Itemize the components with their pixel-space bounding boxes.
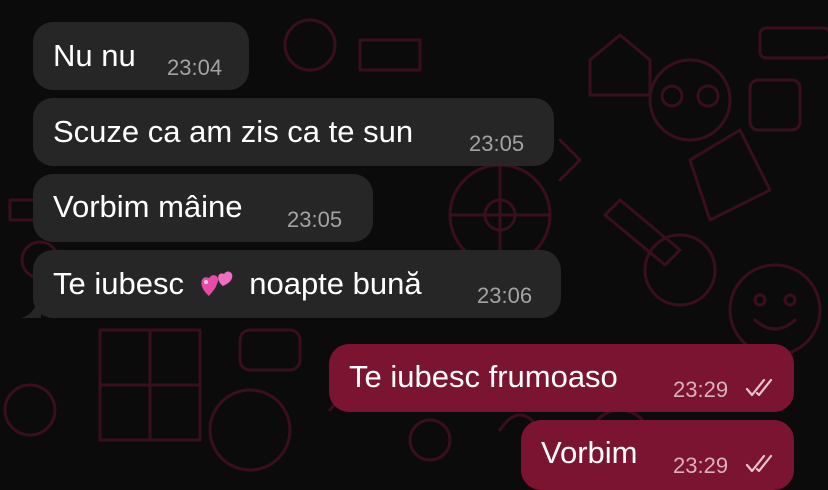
message-text: Te iubesc noapte bună (53, 266, 422, 302)
message-time: 23:04 (167, 55, 223, 80)
message-text-end: noapte bună (249, 266, 422, 301)
incoming-message[interactable]: Te iubesc noapte bună 23:06 (21, 250, 561, 318)
read-receipt-icon (745, 454, 773, 473)
message-text-start: Te iubesc (53, 266, 184, 301)
message-text: Vorbim mâine (53, 189, 243, 224)
message-time: 23:29 (673, 453, 729, 478)
message-time: 23:06 (477, 283, 533, 308)
incoming-message[interactable]: Nu nu 23:04 (33, 22, 249, 90)
message-text: Nu nu (53, 38, 136, 73)
incoming-message[interactable]: Scuze ca am zis ca te sun 23:05 (33, 98, 554, 166)
message-time: 23:05 (287, 207, 343, 232)
read-receipt-icon (745, 378, 773, 397)
message-text: Scuze ca am zis ca te sun (53, 114, 414, 149)
message-time: 23:29 (673, 377, 729, 402)
message-time: 23:05 (469, 131, 525, 156)
outgoing-message[interactable]: Vorbim 23:29 (521, 420, 794, 490)
outgoing-message[interactable]: Te iubesc frumoaso 23:29 (329, 344, 794, 412)
two-hearts-icon (201, 271, 232, 296)
bubble-tail (21, 302, 41, 318)
incoming-message[interactable]: Vorbim mâine 23:05 (33, 174, 373, 242)
message-text: Te iubesc frumoaso (349, 359, 618, 394)
message-text: Vorbim (541, 435, 638, 470)
